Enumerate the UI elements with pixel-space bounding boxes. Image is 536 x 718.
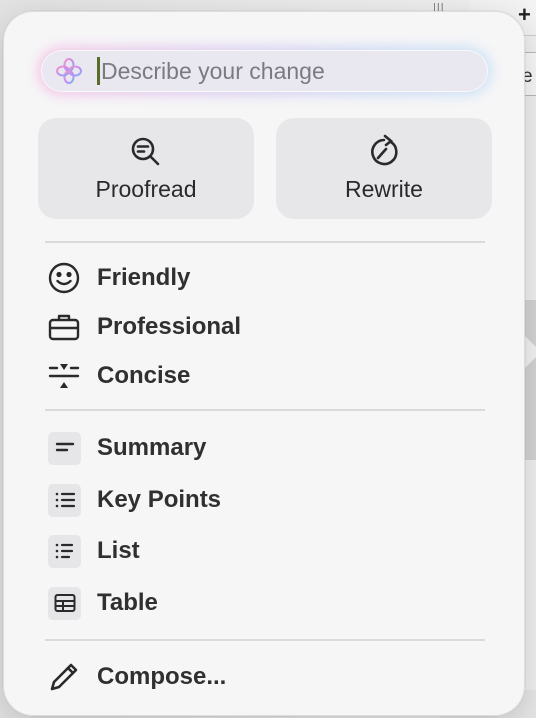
proofread-label: Proofread	[95, 176, 197, 202]
table-icon	[48, 586, 81, 620]
bullet-list-icon	[48, 483, 81, 517]
smiley-icon	[45, 259, 83, 297]
divider	[45, 639, 485, 641]
compress-icon	[45, 357, 83, 395]
menu-item-list[interactable]: List	[45, 531, 485, 571]
menu-item-label: List	[97, 537, 140, 564]
menu-item-compose[interactable]: Compose...	[45, 657, 485, 697]
describe-change-input[interactable]	[101, 56, 487, 86]
menu-item-label: Key Points	[97, 486, 222, 513]
list-icon	[48, 534, 81, 568]
menu-item-label: Table	[97, 589, 158, 616]
pencil-icon	[45, 658, 83, 696]
writing-tools-popover: Proofread Rewrite Friendly	[3, 11, 525, 716]
menu-item-summary[interactable]: Summary	[45, 428, 485, 468]
menu-item-concise[interactable]: Concise	[45, 356, 485, 396]
prompt-field[interactable]	[41, 50, 488, 92]
briefcase-icon	[45, 308, 83, 346]
divider	[45, 241, 485, 243]
rewrite-label: Rewrite	[345, 176, 423, 202]
menu-item-professional[interactable]: Professional	[45, 307, 485, 347]
summary-icon	[48, 431, 81, 465]
menu-item-table[interactable]: Table	[45, 583, 485, 623]
menu-item-key-points[interactable]: Key Points	[45, 480, 485, 520]
magnifier-check-icon	[128, 134, 164, 170]
menu-item-friendly[interactable]: Friendly	[45, 258, 485, 298]
proofread-button[interactable]: Proofread	[38, 118, 254, 219]
menu-item-label: Friendly	[97, 264, 191, 291]
rewrite-icon	[366, 134, 402, 170]
apple-intelligence-icon	[54, 56, 84, 86]
menu-item-label: Compose...	[97, 663, 227, 690]
text-caret	[97, 57, 100, 85]
divider	[45, 409, 485, 411]
menu-item-label: Professional	[97, 313, 242, 340]
menu-item-label: Concise	[97, 362, 191, 389]
menu-item-label: Summary	[97, 434, 207, 461]
rewrite-button[interactable]: Rewrite	[276, 118, 492, 219]
